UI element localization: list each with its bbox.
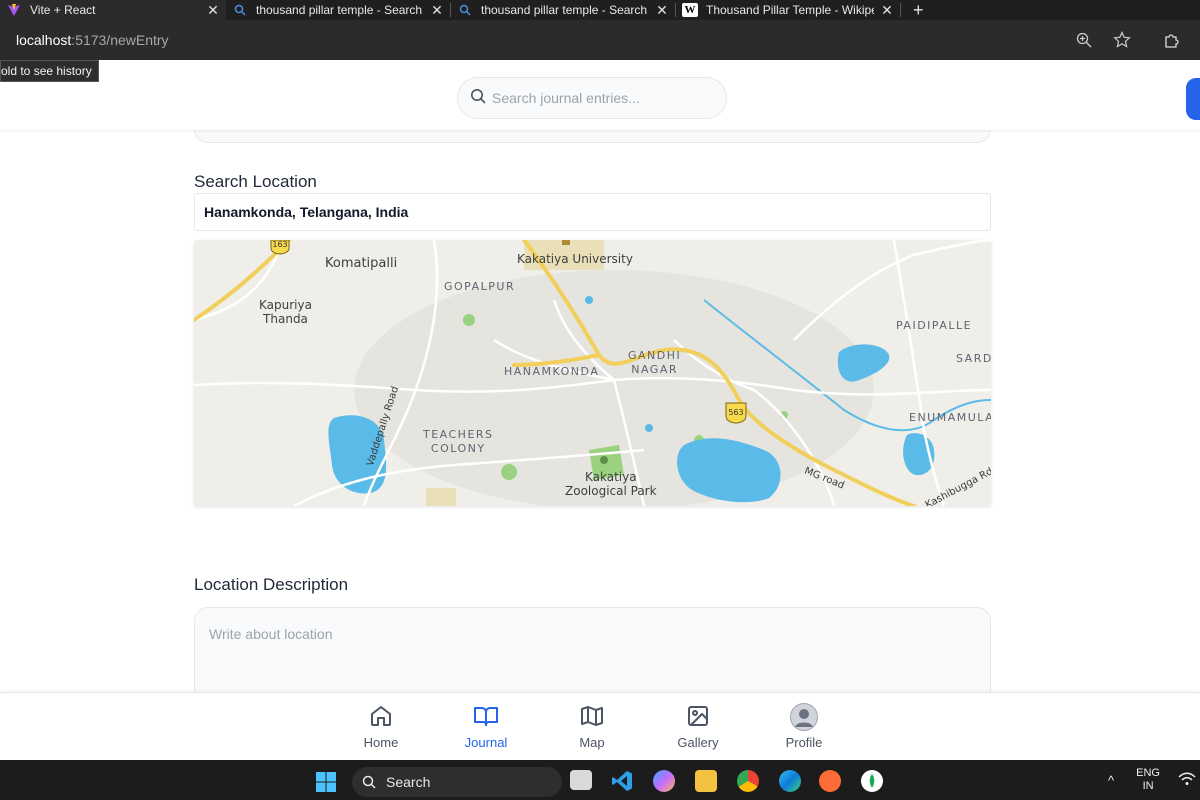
map-label-teachers-colony: TEACHERS COLONY [423,428,494,455]
page-header [0,60,1200,130]
system-tray: ^ ENG IN [1108,760,1200,800]
close-icon[interactable]: ✕ [206,3,220,17]
tab-title: thousand pillar temple - Search [481,3,648,17]
nav-item-profile[interactable]: Profile [764,703,844,750]
url-path: :5173/newEntry [71,32,169,48]
svg-text:163: 163 [272,240,287,249]
url-text[interactable]: localhost:5173/newEntry [16,32,169,48]
close-icon[interactable]: ✕ [880,3,894,17]
location-search-input[interactable] [194,193,991,231]
university-marker [562,240,570,245]
language-code: ENG [1136,767,1160,779]
home-icon [369,703,393,729]
chevron-up-icon[interactable]: ^ [1108,773,1114,788]
map-label-kapuriya-thanda: Kapuriya Thanda [259,298,312,326]
tab-title: thousand pillar temple - Search [256,3,423,17]
map-label-paidipalle: PAIDIPALLE [896,319,973,332]
url-host: localhost [16,32,72,48]
postman-icon[interactable] [819,770,841,792]
nav-label: Home [363,735,399,750]
map-label-kakatiya-university: Kakatiya University [517,252,633,266]
map-label-sard: SARD [956,352,991,365]
os-taskbar: Search ^ ENG IN [0,760,1200,800]
address-bar-actions [1074,20,1200,60]
address-bar[interactable]: localhost:5173/newEntry [0,20,1200,60]
zoo-marker [600,456,608,464]
taskbar-search[interactable]: Search [352,767,562,797]
nav-item-journal[interactable]: Journal [446,703,526,750]
highway-shield-563: 563 [725,402,747,424]
map-label-gandhi-nagar: GANDHI NAGAR [628,349,682,376]
language-indicator[interactable]: ENG IN [1136,767,1160,793]
bottom-nav: Home Journal Map Gallery Profile [0,692,1200,760]
search-icon [470,88,486,109]
nav-item-gallery[interactable]: Gallery [658,703,738,750]
tab-divider [900,3,901,17]
browser-tab-vite[interactable]: Vite + React ✕ [0,0,226,20]
browser-tab-search-2[interactable]: thousand pillar temple - Search ✕ [451,0,675,20]
tab-title: Vite + React [30,3,96,17]
image-icon [686,703,710,729]
taskbar-search-label: Search [386,774,431,790]
copilot-icon[interactable] [653,770,675,792]
history-tooltip: old to see history [0,60,99,82]
task-view-icon[interactable] [570,770,592,790]
chrome-icon[interactable] [737,770,759,792]
new-tab-button[interactable]: + [913,1,924,19]
search-input[interactable] [492,90,712,106]
browser-tab-wikipedia[interactable]: W Thousand Pillar Temple - Wikiped ✕ [676,0,900,20]
extensions-icon[interactable] [1162,30,1182,50]
search-icon [362,775,376,789]
svg-text:563: 563 [728,408,743,417]
book-open-icon [473,703,499,729]
location-description-label: Location Description [194,575,349,594]
vscode-icon[interactable] [611,770,633,792]
nav-item-map[interactable]: Map [552,703,632,750]
search-icon [232,3,248,17]
wikipedia-icon: W [682,3,698,17]
browser-tab-strip: Vite + React ✕ thousand pillar temple - … [0,0,1200,20]
search-location-label: Search Location [194,172,317,191]
header-action-button[interactable] [1186,78,1200,120]
avatar [790,703,818,731]
file-explorer-icon[interactable] [695,770,717,792]
tab-title: Thousand Pillar Temple - Wikiped [706,3,874,17]
browser-tab-search-1[interactable]: thousand pillar temple - Search ✕ [226,0,450,20]
close-icon[interactable]: ✕ [655,3,669,17]
wifi-icon[interactable] [1178,772,1196,789]
nav-label: Profile [785,735,823,750]
nav-label: Gallery [677,735,719,750]
map-label-zoological-park: Kakatiya Zoological Park [565,470,657,498]
windows-start-icon[interactable] [316,772,336,792]
map-label-gopalpur: GOPALPUR [444,280,516,293]
star-icon[interactable] [1112,30,1132,50]
search-icon [457,3,473,17]
highway-shield-163: 163 [270,240,290,255]
nav-item-home[interactable]: Home [341,703,421,750]
edge-icon[interactable] [779,770,801,792]
map-icon [580,703,604,729]
map-label-enumamula: ENUMAMULA [909,411,991,424]
location-map[interactable]: 163 563 Komatipalli Kakatiya University … [194,240,991,506]
mongodb-icon[interactable] [861,770,883,792]
close-icon[interactable]: ✕ [430,3,444,17]
vite-icon [6,3,22,17]
journal-search-box[interactable] [457,77,727,119]
zoom-icon[interactable] [1074,30,1094,50]
nav-label: Map [579,735,605,750]
map-label-hanamkonda: HANAMKONDA [504,365,600,378]
map-label-komatipalli: Komatipalli [325,256,398,271]
region-code: IN [1142,780,1154,792]
nav-label: Journal [464,735,508,750]
